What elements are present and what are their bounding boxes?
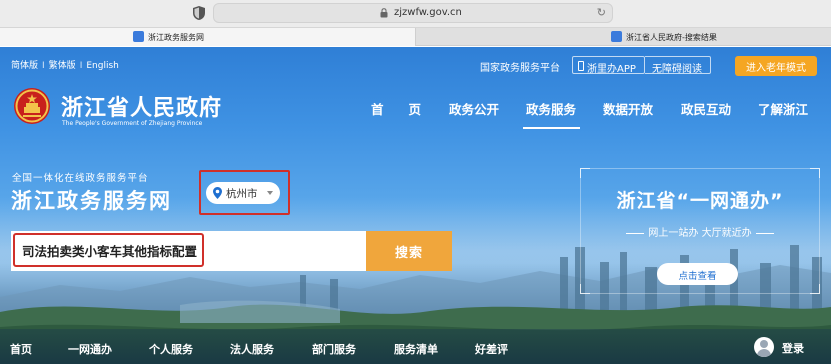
elder-mode-button[interactable]: 进入老年模式 — [735, 56, 817, 76]
language-switcher: 简体版 I 繁体版 I English — [11, 58, 119, 71]
panel-border — [590, 168, 810, 169]
divider — [755, 232, 774, 234]
avatar-head — [760, 340, 768, 348]
promo-title: 浙江省“一网通办” — [616, 190, 784, 212]
nav-home[interactable]: 首 页 — [371, 99, 421, 118]
panel-corner — [810, 284, 820, 294]
tab-label: 浙江省人民政府-搜索结果 — [626, 33, 717, 42]
platform-subtitle: 全国一体化在线政务服务平台 — [12, 173, 149, 184]
avatar-body — [757, 349, 771, 357]
favicon-icon — [133, 31, 144, 42]
favicon-icon — [611, 31, 622, 42]
service-nav-legal-person[interactable]: 法人服务 — [230, 341, 274, 357]
panel-corner — [580, 168, 590, 178]
tab-strip: 浙江政务服务网 浙江省人民政府-搜索结果 — [0, 28, 831, 46]
separator: I — [42, 61, 45, 71]
app-label: 浙里办APP — [587, 64, 636, 75]
phone-icon — [578, 61, 584, 71]
accessibility-button[interactable]: 无障碍阅读 — [645, 56, 711, 75]
browser-toolbar: zjzwfw.gov.cn ↻ — [0, 0, 831, 28]
reload-icon[interactable]: ↻ — [597, 6, 606, 19]
chevron-down-icon — [267, 191, 273, 195]
city-selector[interactable]: 杭州市 — [206, 182, 280, 204]
shield-icon[interactable] — [192, 5, 206, 21]
promo-view-button[interactable]: 点击查看 — [657, 263, 738, 285]
service-nav-evaluation[interactable]: 好差评 — [475, 341, 508, 357]
search-highlight-box — [13, 233, 204, 267]
promo-subtitle: 网上一站办 大厅就近办 — [648, 228, 752, 239]
hero-banner: 简体版 I 繁体版 I English 国家政务服务平台 浙里办APP 无障碍阅读 进入… — [0, 47, 831, 364]
app-download-button[interactable]: 浙里办APP — [572, 56, 645, 75]
service-nav-service-list[interactable]: 服务清单 — [394, 341, 438, 357]
city-label: 杭州市 — [226, 188, 258, 200]
nav-gov-services[interactable]: 政务服务 — [526, 99, 576, 118]
address-bar[interactable]: zjzwfw.gov.cn ↻ — [213, 3, 613, 23]
lang-simplified[interactable]: 简体版 — [11, 58, 38, 71]
service-nav-one-stop[interactable]: 一网通办 — [68, 341, 112, 357]
login-link[interactable]: 登录 — [782, 340, 804, 356]
separator: I — [79, 61, 83, 71]
nav-interaction[interactable]: 政民互动 — [681, 99, 731, 118]
service-nav-home[interactable]: 首页 — [10, 341, 32, 357]
platform-title: 浙江政务服务网 — [11, 189, 172, 213]
url-text: zjzwfw.gov.cn — [394, 7, 462, 18]
nav-data-open[interactable]: 数据开放 — [603, 99, 653, 118]
nav-about-zhejiang[interactable]: 了解浙江 — [758, 99, 808, 118]
panel-border — [590, 293, 810, 294]
accessibility-label: 无障碍阅读 — [652, 64, 702, 75]
national-platform-link[interactable]: 国家政务服务平台 — [480, 59, 560, 74]
promo-subtitle-row: 网上一站办 大厅就近办 — [580, 224, 820, 239]
tab-search-results[interactable]: 浙江省人民政府-搜索结果 — [415, 28, 831, 46]
nav-gov-affairs-open[interactable]: 政务公开 — [449, 99, 499, 118]
divider — [626, 232, 645, 234]
location-pin-icon — [213, 187, 222, 199]
user-avatar-icon[interactable] — [754, 337, 774, 357]
main-nav: 首 页 政务公开 政务服务 数据开放 政民互动 了解浙江 — [0, 99, 831, 129]
lang-english[interactable]: English — [86, 61, 119, 71]
search-button[interactable]: 搜索 — [366, 231, 452, 271]
nav-active-indicator — [523, 127, 580, 129]
panel-corner — [810, 168, 820, 178]
lock-icon — [380, 8, 388, 18]
tab-label: 浙江政务服务网 — [148, 33, 204, 42]
lang-traditional[interactable]: 繁体版 — [49, 58, 76, 71]
service-nav-personal[interactable]: 个人服务 — [149, 341, 193, 357]
tab-zjzwfw[interactable]: 浙江政务服务网 — [0, 28, 415, 46]
panel-corner — [580, 284, 590, 294]
service-nav-department[interactable]: 部门服务 — [312, 341, 356, 357]
